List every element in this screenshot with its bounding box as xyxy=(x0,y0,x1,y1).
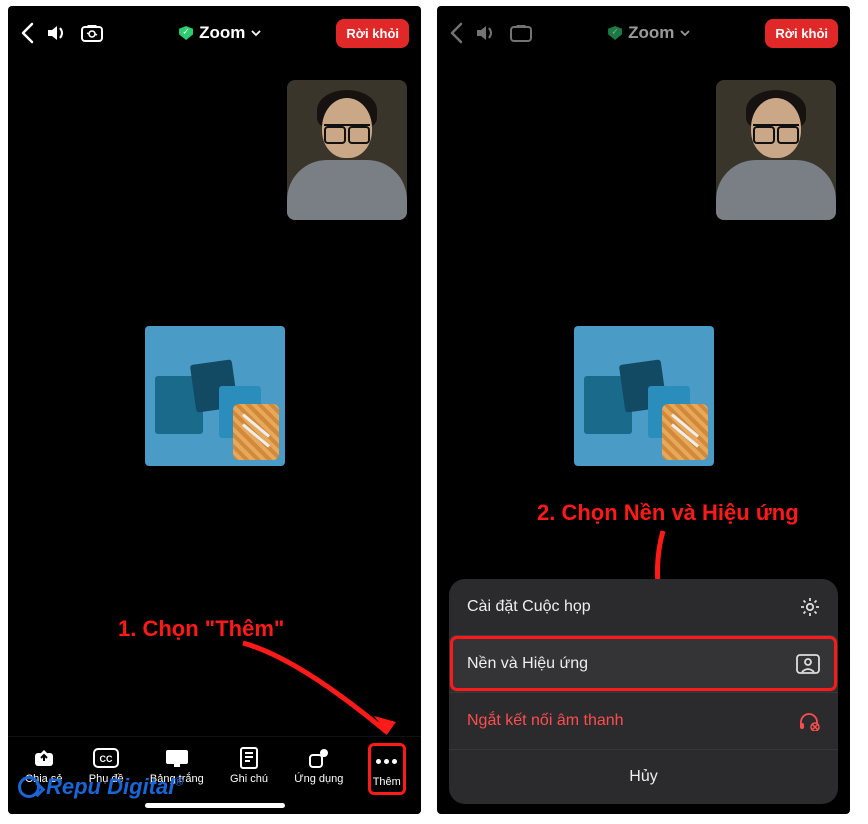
back-button[interactable] xyxy=(449,22,463,44)
meeting-title[interactable]: Zoom xyxy=(116,23,324,43)
sheet-meeting-settings[interactable]: Cài đặt Cuộc họp xyxy=(449,579,838,635)
sheet-disconnect-audio-label: Ngắt kết nối âm thanh xyxy=(467,712,624,730)
apps-icon xyxy=(306,747,332,769)
title-text: Zoom xyxy=(199,23,245,43)
apps-label: Ứng dụng xyxy=(294,773,343,785)
share-label: Chia sẻ xyxy=(25,773,62,785)
header-bar: Zoom Rời khỏi xyxy=(8,6,421,60)
sheet-bg-effects-label: Nền và Hiệu ứng xyxy=(467,655,588,673)
svg-text:CC: CC xyxy=(100,754,113,764)
chevron-down-icon xyxy=(680,28,690,38)
sheet-cancel[interactable]: Hủy xyxy=(449,749,838,804)
sheet-cancel-label: Hủy xyxy=(629,768,657,786)
notes-button[interactable]: Ghi chú xyxy=(228,743,270,789)
home-indicator xyxy=(145,803,285,808)
leave-button[interactable]: Rời khỏi xyxy=(765,19,838,48)
sheet-disconnect-audio[interactable]: Ngắt kết nối âm thanh xyxy=(449,692,838,749)
more-action-sheet: Cài đặt Cuộc họp Nền và Hiệu ứng Ngắt kế… xyxy=(449,579,838,804)
meeting-title[interactable]: Zoom xyxy=(545,23,753,43)
notes-icon xyxy=(236,747,262,769)
annotation-arrow-1 xyxy=(238,638,408,748)
notes-label: Ghi chú xyxy=(230,773,268,785)
title-text: Zoom xyxy=(628,23,674,43)
share-button[interactable]: Chia sẻ xyxy=(23,743,64,789)
annotation-step2: 2. Chọn Nền và Hiệu ứng xyxy=(537,500,799,526)
caption-button[interactable]: CC Phụ đề xyxy=(87,743,126,789)
whiteboard-button[interactable]: Bảng trắng xyxy=(148,743,206,789)
gear-icon xyxy=(800,597,820,617)
switch-camera-icon[interactable] xyxy=(80,23,104,43)
back-button[interactable] xyxy=(20,22,34,44)
whiteboard-label: Bảng trắng xyxy=(150,773,204,785)
speaker-icon[interactable] xyxy=(475,23,497,43)
leave-button[interactable]: Rời khỏi xyxy=(336,19,409,48)
headphones-off-icon xyxy=(798,711,820,731)
more-label: Thêm xyxy=(373,776,401,788)
speaker-icon[interactable] xyxy=(46,23,68,43)
share-icon xyxy=(31,747,57,769)
participant-avatar xyxy=(145,326,285,466)
sheet-background-effects[interactable]: Nền và Hiệu ứng xyxy=(449,635,838,692)
more-icon xyxy=(374,750,400,772)
self-video-thumbnail[interactable] xyxy=(716,80,836,220)
person-frame-icon xyxy=(796,654,820,674)
caption-label: Phụ đề xyxy=(89,773,124,785)
whiteboard-icon xyxy=(164,747,190,769)
shield-icon xyxy=(608,26,622,40)
switch-camera-icon[interactable] xyxy=(509,23,533,43)
sheet-meeting-settings-label: Cài đặt Cuộc họp xyxy=(467,598,591,616)
self-video-thumbnail[interactable] xyxy=(287,80,407,220)
header-bar: Zoom Rời khỏi xyxy=(437,6,850,60)
caption-icon: CC xyxy=(93,747,119,769)
shield-icon xyxy=(179,26,193,40)
phone-screen-step1: Zoom Rời khỏi 1. Chọn "Thêm" Chia sẻ xyxy=(8,6,421,814)
chevron-down-icon xyxy=(251,28,261,38)
participant-avatar xyxy=(574,326,714,466)
more-button[interactable]: Thêm xyxy=(368,743,406,795)
phone-screen-step2: Zoom Rời khỏi 2. Chọn Nền và Hiệu ứng Cà… xyxy=(437,6,850,814)
apps-button[interactable]: Ứng dụng xyxy=(292,743,345,789)
